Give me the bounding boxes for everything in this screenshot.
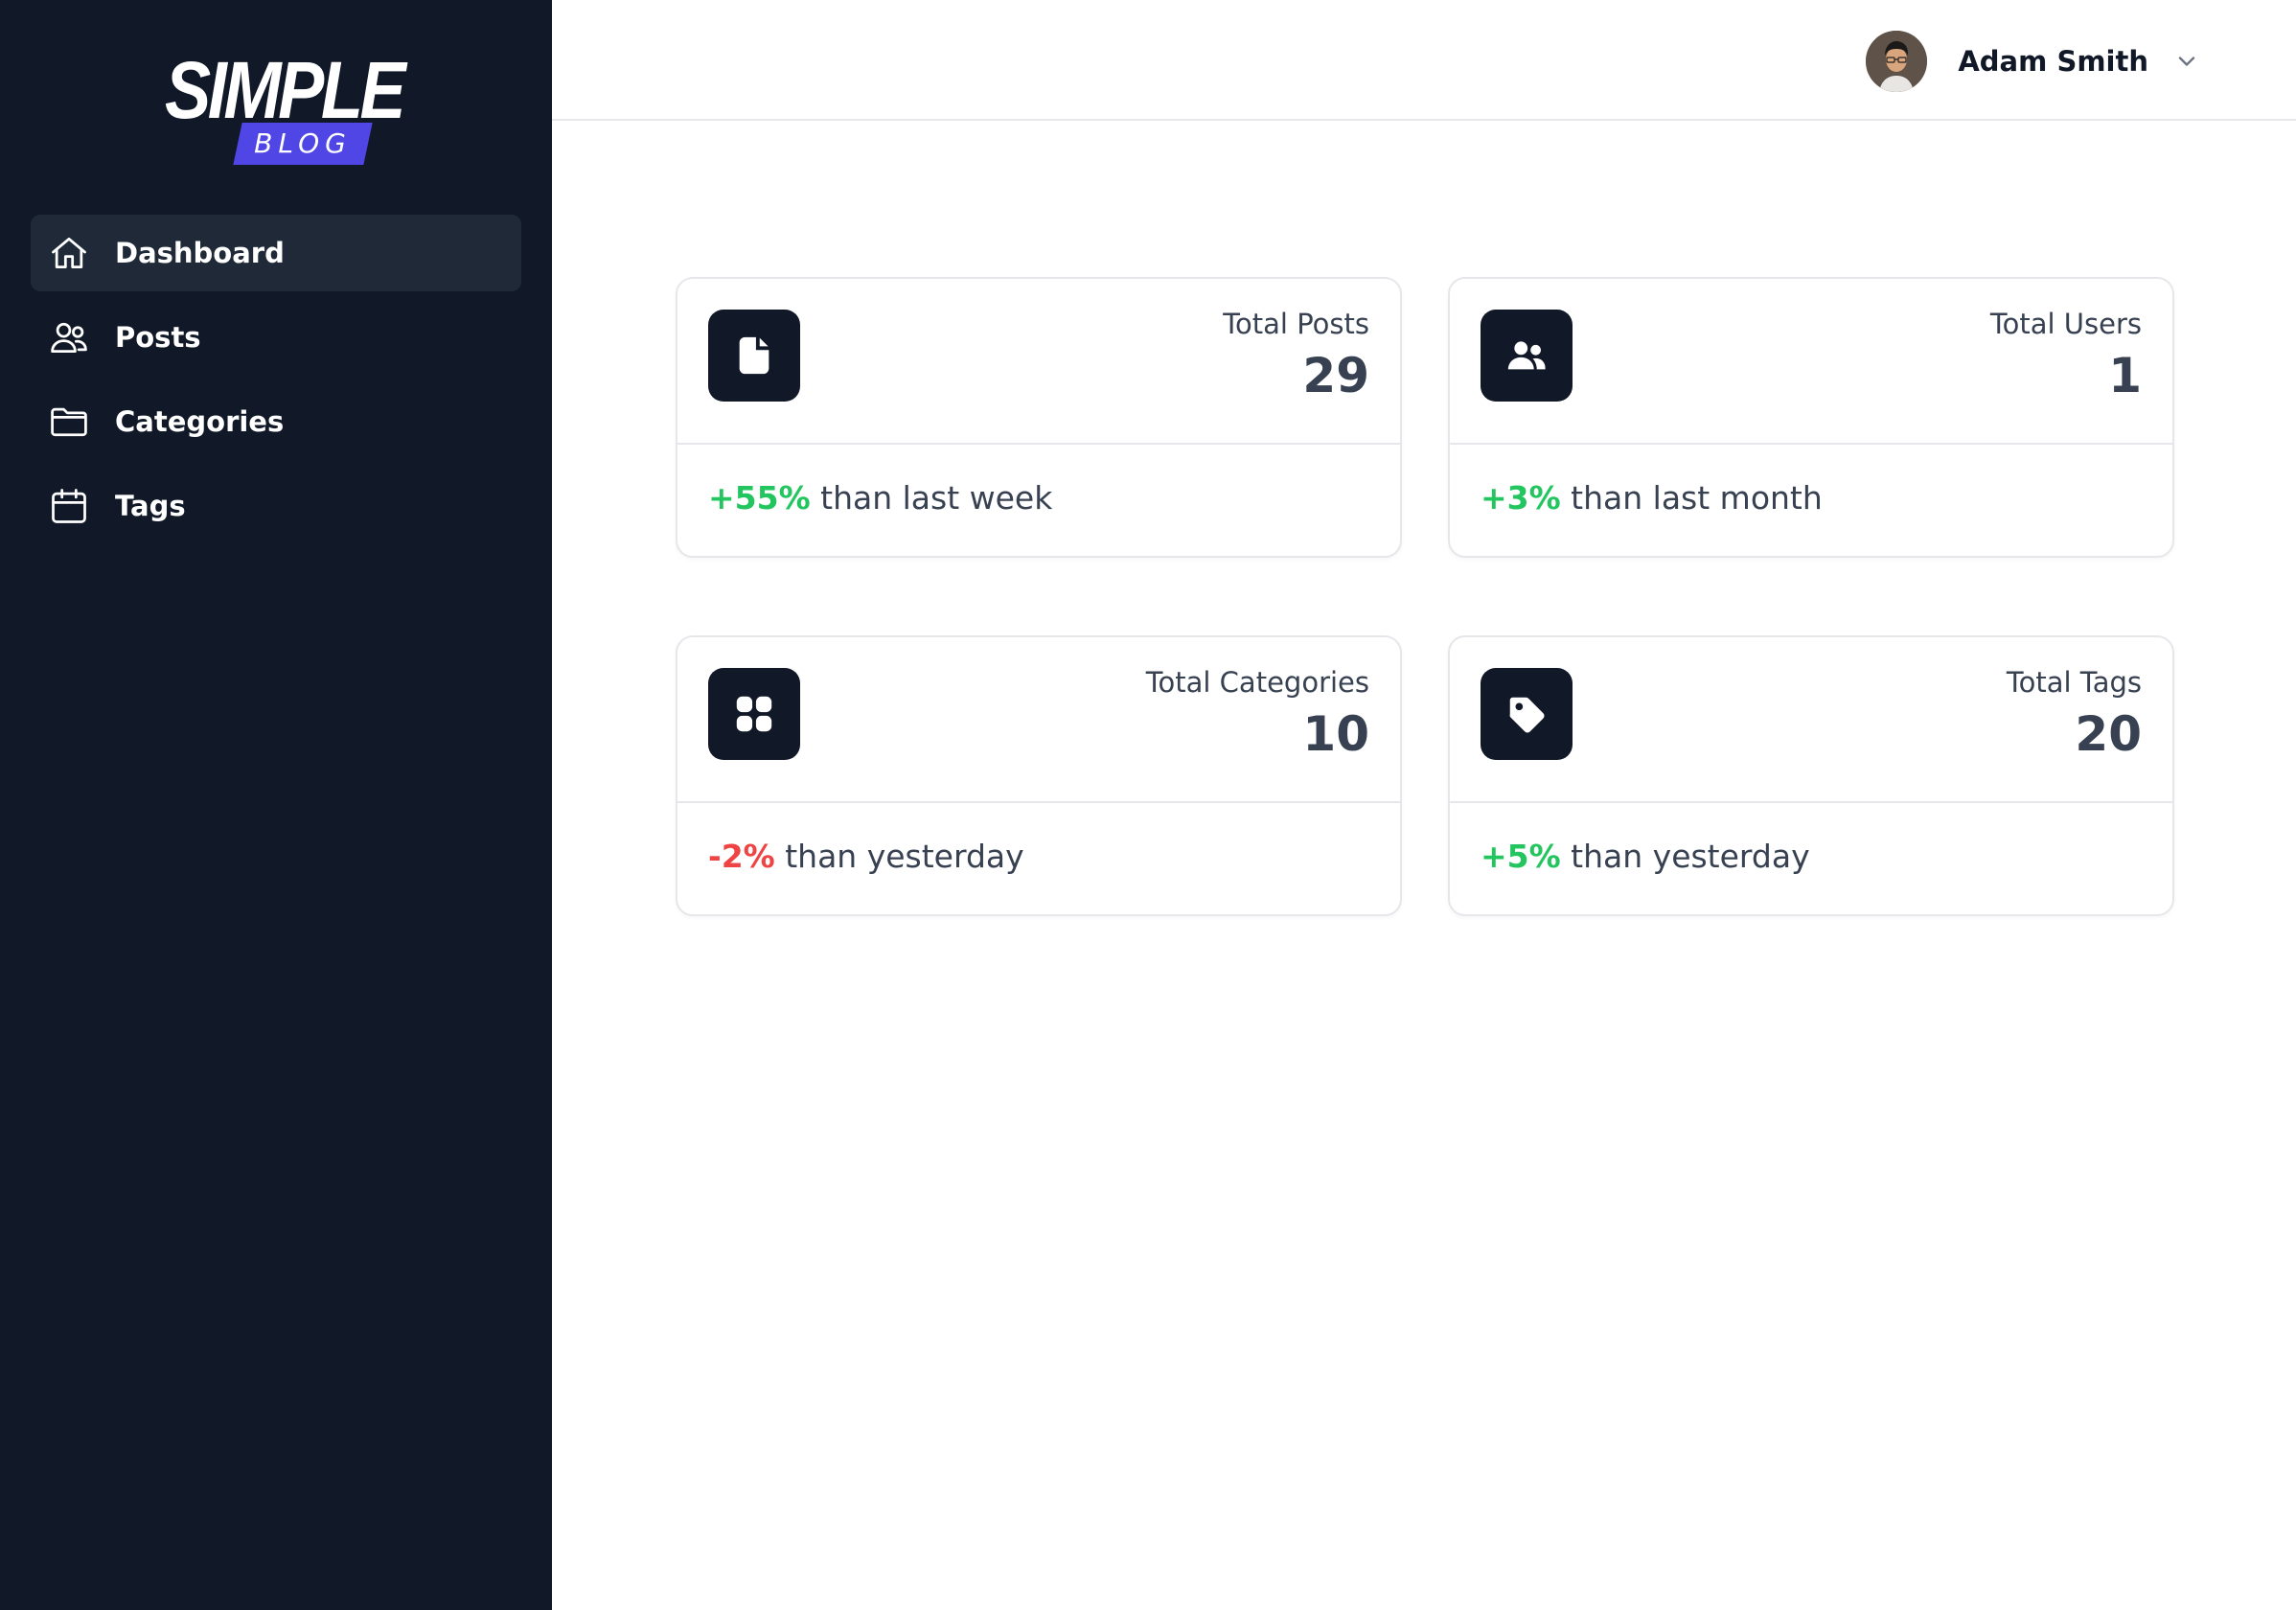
stat-change-suffix: than yesterday	[1560, 838, 1810, 875]
tag-icon	[1481, 668, 1573, 760]
stat-card-users: Total Users 1 +3% than last month	[1448, 277, 2174, 558]
sidebar-item-posts[interactable]: Posts	[31, 299, 521, 376]
stat-value: 29	[1302, 348, 1369, 403]
stat-title: Total Posts	[1223, 308, 1369, 340]
stat-value: 20	[2075, 706, 2142, 762]
users-outline-icon	[48, 316, 90, 358]
stat-card-posts: Total Posts 29 +55% than last week	[676, 277, 1402, 558]
folder-icon	[48, 401, 90, 443]
stat-card-header: Total Users 1	[1450, 279, 2172, 445]
sidebar-nav: Dashboard Posts Categories Tags	[31, 215, 521, 552]
logo[interactable]: SIMPLE BLOG	[165, 46, 406, 167]
app: SIMPLE BLOG Dashboard Posts Categories T…	[0, 0, 2296, 1610]
sidebar: SIMPLE BLOG Dashboard Posts Categories T…	[0, 0, 552, 1610]
sidebar-item-label: Posts	[115, 321, 201, 354]
sidebar-item-label: Dashboard	[115, 237, 285, 269]
users-icon	[1481, 310, 1573, 402]
user-name: Adam Smith	[1958, 45, 2148, 78]
stat-card-header: Total Categories 10	[677, 637, 1400, 803]
document-icon	[708, 310, 800, 402]
sidebar-item-dashboard[interactable]: Dashboard	[31, 215, 521, 291]
calendar-icon	[48, 485, 90, 527]
stat-title: Total Categories	[1145, 666, 1369, 699]
stat-card-header: Total Tags 20	[1450, 637, 2172, 803]
home-icon	[48, 232, 90, 274]
stat-change: -2%	[708, 838, 775, 875]
top-header: Adam Smith	[552, 0, 2296, 121]
stat-card-categories: Total Categories 10 -2% than yesterday	[676, 635, 1402, 916]
stat-footer: -2% than yesterday	[677, 803, 1400, 916]
stat-value: 10	[1302, 706, 1369, 762]
sidebar-item-categories[interactable]: Categories	[31, 383, 521, 460]
stat-change-suffix: than yesterday	[774, 838, 1024, 875]
grid-icon	[708, 668, 800, 760]
sidebar-item-label: Categories	[115, 405, 285, 438]
user-menu[interactable]: Adam Smith	[1866, 31, 2200, 92]
logo-wordmark: SIMPLE	[165, 45, 406, 135]
stat-title: Total Tags	[2006, 666, 2142, 699]
stat-change-suffix: than last week	[810, 479, 1053, 517]
stat-change: +3%	[1481, 479, 1561, 517]
chevron-down-icon[interactable]	[2173, 48, 2200, 75]
stat-change: +5%	[1481, 838, 1561, 875]
stat-card-tags: Total Tags 20 +5% than yesterday	[1448, 635, 2174, 916]
stat-value: 1	[2108, 348, 2142, 403]
stat-card-header: Total Posts 29	[677, 279, 1400, 445]
logo-tag: BLOG	[254, 127, 352, 159]
sidebar-item-label: Tags	[115, 490, 186, 522]
stat-change-suffix: than last month	[1560, 479, 1823, 517]
sidebar-item-tags[interactable]: Tags	[31, 468, 521, 544]
stat-footer: +5% than yesterday	[1450, 803, 2172, 916]
stat-title: Total Users	[1989, 308, 2142, 340]
stat-footer: +55% than last week	[677, 445, 1400, 558]
stat-change: +55%	[708, 479, 811, 517]
stat-footer: +3% than last month	[1450, 445, 2172, 558]
avatar[interactable]	[1866, 31, 1928, 92]
